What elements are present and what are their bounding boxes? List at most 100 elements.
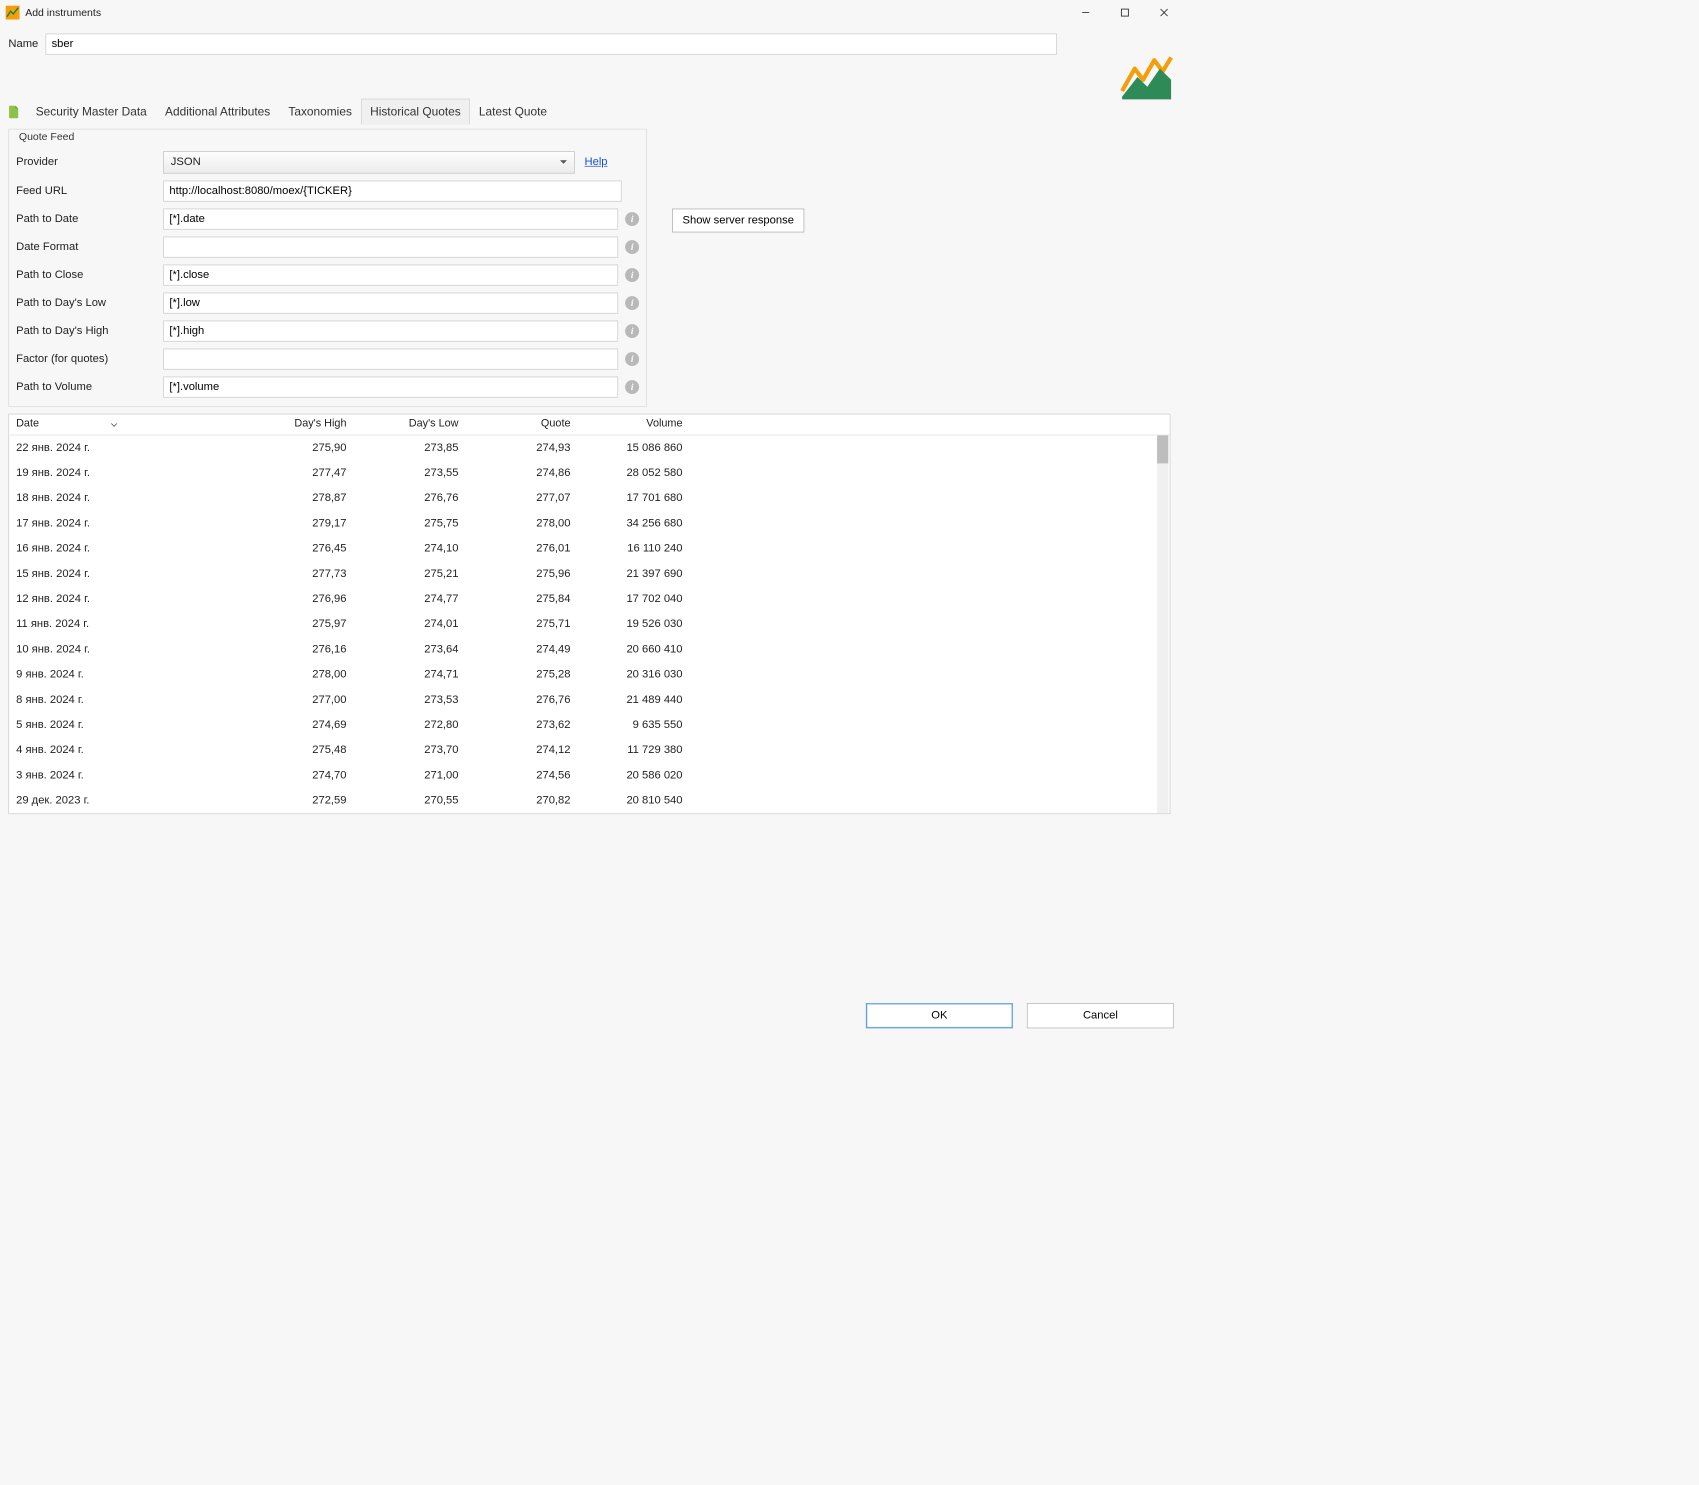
- cancel-button[interactable]: Cancel: [1027, 1003, 1174, 1028]
- tab-security-master-data[interactable]: Security Master Data: [27, 99, 156, 125]
- cell-quote: 278,00: [466, 515, 578, 533]
- cell-volume: 16 110 240: [578, 540, 690, 558]
- field-label: Path to Volume: [16, 381, 163, 394]
- table-row[interactable]: 15 янв. 2024 г.277,73275,21275,9621 397 …: [9, 561, 1170, 586]
- cell-volume: 17 701 680: [578, 489, 690, 507]
- scrollbar-thumb[interactable]: [1157, 435, 1168, 463]
- table-row[interactable]: 29 дек. 2023 г.272,59270,55270,8220 810 …: [9, 788, 1170, 813]
- cell-low: 274,71: [354, 666, 466, 684]
- ok-button[interactable]: OK: [866, 1003, 1013, 1028]
- table-row[interactable]: 11 янв. 2024 г.275,97274,01275,7119 526 …: [9, 612, 1170, 637]
- tab-latest-quote[interactable]: Latest Quote: [470, 99, 556, 125]
- table-row[interactable]: 3 янв. 2024 г.274,70271,00274,5620 586 0…: [9, 763, 1170, 788]
- maximize-button[interactable]: [1105, 0, 1144, 25]
- path-low-input[interactable]: [163, 293, 618, 314]
- field-label: Path to Date: [16, 213, 163, 226]
- info-icon[interactable]: i: [625, 324, 639, 338]
- info-icon[interactable]: i: [625, 296, 639, 310]
- provider-label: Provider: [16, 156, 163, 169]
- table-header: Date Day's High Day's Low Quote Volume: [9, 414, 1170, 435]
- cell-high: 275,90: [242, 439, 354, 457]
- date-fmt-input[interactable]: [163, 237, 618, 258]
- field-row-feed-url: Feed URL: [16, 181, 639, 202]
- table-row[interactable]: 12 янв. 2024 г.276,96274,77275,8417 702 …: [9, 587, 1170, 612]
- table-row[interactable]: 8 янв. 2024 г.277,00273,53276,7621 489 4…: [9, 687, 1170, 712]
- close-button[interactable]: [1145, 0, 1184, 25]
- table-row[interactable]: 4 янв. 2024 г.275,48273,70274,1211 729 3…: [9, 738, 1170, 763]
- cell-date: 19 янв. 2024 г.: [9, 464, 241, 482]
- table-row[interactable]: 19 янв. 2024 г.277,47273,55274,8628 052 …: [9, 461, 1170, 486]
- cell-high: 276,45: [242, 540, 354, 558]
- cell-low: 274,77: [354, 590, 466, 608]
- cell-quote: 274,93: [466, 439, 578, 457]
- cell-low: 275,21: [354, 565, 466, 583]
- info-icon[interactable]: i: [625, 240, 639, 254]
- minimize-button[interactable]: [1066, 0, 1105, 25]
- table-row[interactable]: 18 янв. 2024 г.278,87276,76277,0717 701 …: [9, 486, 1170, 511]
- name-row: Name: [0, 25, 1189, 54]
- table-row[interactable]: 10 янв. 2024 г.276,16273,64274,4920 660 …: [9, 637, 1170, 662]
- field-row-date-fmt: Date Formati: [16, 237, 639, 258]
- cell-date: 29 дек. 2023 г.: [9, 792, 241, 810]
- provider-select[interactable]: JSON: [163, 151, 575, 173]
- scrollbar[interactable]: [1157, 435, 1168, 813]
- info-icon[interactable]: i: [625, 380, 639, 394]
- cell-high: 279,17: [242, 515, 354, 533]
- info-icon[interactable]: i: [625, 268, 639, 282]
- tab-historical-quotes[interactable]: Historical Quotes: [361, 99, 470, 125]
- cell-date: 3 янв. 2024 г.: [9, 767, 241, 785]
- cell-high: 277,00: [242, 691, 354, 709]
- name-input[interactable]: [45, 34, 1057, 55]
- cell-quote: 274,86: [466, 464, 578, 482]
- show-server-response-button[interactable]: Show server response: [672, 209, 804, 233]
- field-label: Path to Day's High: [16, 325, 163, 338]
- field-label: Feed URL: [16, 185, 163, 198]
- cell-date: 12 янв. 2024 г.: [9, 590, 241, 608]
- cell-date: 9 янв. 2024 г.: [9, 666, 241, 684]
- cell-quote: 275,71: [466, 615, 578, 633]
- cell-volume: 15 086 860: [578, 439, 690, 457]
- table-row[interactable]: 9 янв. 2024 г.278,00274,71275,2820 316 0…: [9, 662, 1170, 687]
- cell-low: 273,53: [354, 691, 466, 709]
- cell-date: 5 янв. 2024 г.: [9, 716, 241, 734]
- table-row[interactable]: 5 янв. 2024 г.274,69272,80273,629 635 55…: [9, 713, 1170, 738]
- info-icon[interactable]: i: [625, 352, 639, 366]
- cell-date: 11 янв. 2024 г.: [9, 615, 241, 633]
- field-label: Path to Close: [16, 269, 163, 282]
- quote-feed-group: Quote Feed Provider JSON Help Feed URLPa…: [8, 129, 646, 407]
- feed-url-input[interactable]: [163, 181, 622, 202]
- col-high-header[interactable]: Day's High: [242, 414, 354, 434]
- table-row[interactable]: 22 янв. 2024 г.275,90273,85274,9315 086 …: [9, 435, 1170, 460]
- cell-date: 18 янв. 2024 г.: [9, 489, 241, 507]
- table-row[interactable]: 17 янв. 2024 г.279,17275,75278,0034 256 …: [9, 511, 1170, 536]
- info-icon[interactable]: i: [625, 212, 639, 226]
- field-row-path-vol: Path to Volume i: [16, 377, 639, 398]
- cell-quote: 275,28: [466, 666, 578, 684]
- factor-input[interactable]: [163, 349, 618, 370]
- cell-low: 275,75: [354, 515, 466, 533]
- col-date-header[interactable]: Date: [9, 414, 241, 434]
- cell-date: 10 янв. 2024 г.: [9, 641, 241, 659]
- path-date-input[interactable]: [163, 209, 618, 230]
- document-icon: [6, 104, 21, 119]
- path-vol-input[interactable]: [163, 377, 618, 398]
- field-row-factor: Factor (for quotes) i: [16, 349, 639, 370]
- tab-additional-attributes[interactable]: Additional Attributes: [156, 99, 279, 125]
- name-label: Name: [8, 38, 38, 51]
- cell-quote: 275,96: [466, 565, 578, 583]
- cell-high: 275,48: [242, 741, 354, 759]
- cell-low: 270,55: [354, 792, 466, 810]
- col-volume-header[interactable]: Volume: [578, 414, 690, 434]
- path-close-input[interactable]: [163, 265, 618, 286]
- cell-high: 275,97: [242, 615, 354, 633]
- tab-taxonomies[interactable]: Taxonomies: [279, 99, 361, 125]
- col-low-header[interactable]: Day's Low: [354, 414, 466, 434]
- field-row-path-low: Path to Day's Lowi: [16, 293, 639, 314]
- col-quote-header[interactable]: Quote: [466, 414, 578, 434]
- help-link[interactable]: Help: [585, 156, 608, 169]
- field-label: Factor (for quotes): [16, 353, 163, 366]
- path-high-input[interactable]: [163, 321, 618, 342]
- table-row[interactable]: 16 янв. 2024 г.276,45274,10276,0116 110 …: [9, 536, 1170, 561]
- cell-date: 15 янв. 2024 г.: [9, 565, 241, 583]
- cell-quote: 276,01: [466, 540, 578, 558]
